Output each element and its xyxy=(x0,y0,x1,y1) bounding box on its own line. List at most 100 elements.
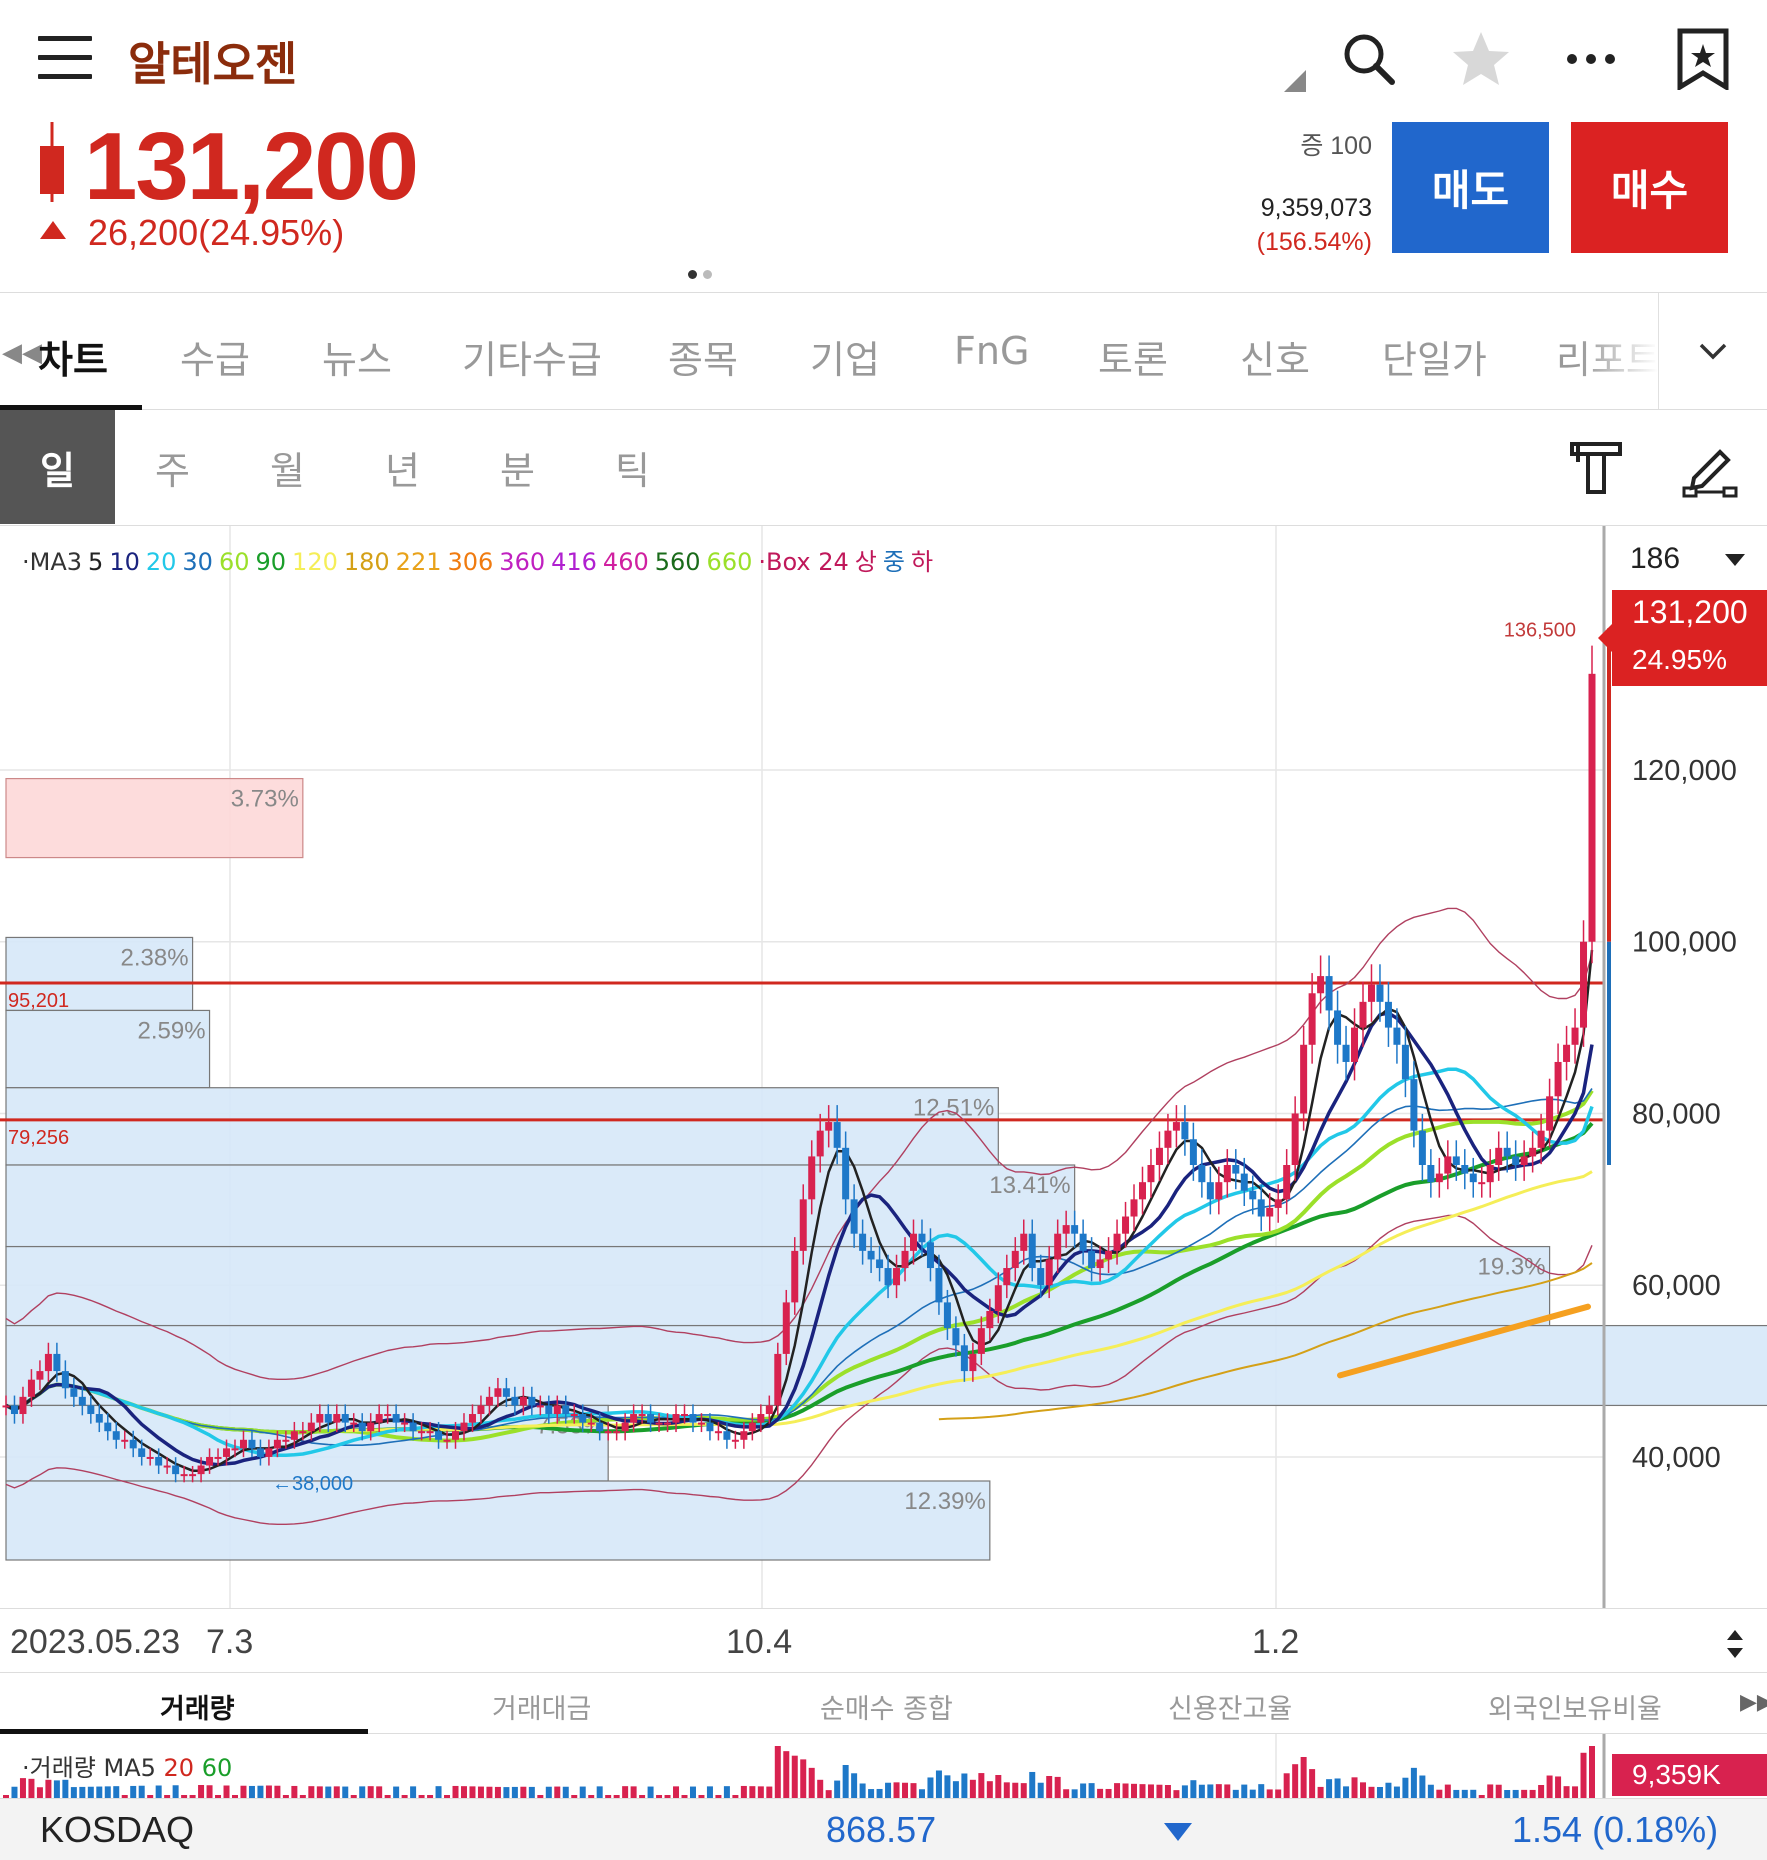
ma-legend-item[interactable]: ·Box 24 xyxy=(758,548,848,576)
buy-button[interactable]: 매수 xyxy=(1571,122,1728,253)
date-label: 7.3 xyxy=(206,1623,254,1661)
volume-bar xyxy=(486,1786,493,1798)
candle-body xyxy=(256,1448,264,1457)
candle-body xyxy=(265,1448,273,1457)
ma-legend-item[interactable]: 306 xyxy=(447,548,493,576)
volume-bar xyxy=(1326,1779,1333,1798)
ma-legend-item[interactable]: 상 xyxy=(855,548,877,576)
volume-bar xyxy=(469,1786,476,1798)
period-day[interactable]: 일 xyxy=(0,410,115,524)
volume-bar xyxy=(842,1765,849,1798)
tab-expand-button[interactable] xyxy=(1658,293,1767,409)
y-tick-label: 80,000 xyxy=(1632,1098,1721,1130)
up-arrow-icon xyxy=(40,221,66,239)
menu-icon[interactable] xyxy=(38,36,92,80)
ma-legend-item[interactable]: 중 xyxy=(883,548,905,576)
candle-body xyxy=(1503,1147,1511,1157)
candle-body xyxy=(384,1414,392,1417)
ma-legend-item[interactable]: ·MA3 xyxy=(22,548,82,576)
tab-signal[interactable]: 신호 xyxy=(1240,329,1310,384)
tab-fng[interactable]: FnG xyxy=(954,329,1029,373)
ma-legend-item[interactable]: 10 xyxy=(109,548,140,576)
volume-bar xyxy=(104,1786,111,1798)
candle-count-select[interactable]: 186 xyxy=(1608,536,1767,582)
tab-news[interactable]: 뉴스 xyxy=(322,329,392,384)
ma-legend-item[interactable]: 416 xyxy=(551,548,597,576)
volume-bar xyxy=(1266,1789,1273,1798)
favorite-star-icon[interactable] xyxy=(1450,28,1512,90)
period-year[interactable]: 년 xyxy=(345,410,460,524)
volume-bar xyxy=(155,1785,162,1798)
ma-legend-item[interactable]: 660 xyxy=(707,548,753,576)
ma-legend-item[interactable]: 560 xyxy=(655,548,701,576)
candle-body xyxy=(528,1396,536,1406)
bookmark-icon[interactable] xyxy=(1672,28,1734,90)
search-icon[interactable] xyxy=(1338,28,1400,90)
ma-legend-item[interactable]: 460 xyxy=(603,548,649,576)
volume-chart[interactable]: ·거래량 MA5 20 60 9,359K xyxy=(0,1734,1767,1798)
sub-tab-net-buy[interactable]: 순매수 종합 xyxy=(820,1687,953,1726)
tab-discussion[interactable]: 토론 xyxy=(1098,329,1168,384)
candle-body xyxy=(1512,1156,1520,1165)
chevron-down-icon xyxy=(1699,343,1727,360)
volume-bar xyxy=(1334,1778,1341,1798)
sub-tab-credit-balance[interactable]: 신용잔고율 xyxy=(1168,1687,1292,1726)
period-month[interactable]: 월 xyxy=(230,410,345,524)
volume-bar xyxy=(1258,1784,1265,1798)
candle-body xyxy=(596,1422,604,1432)
tab-single-price[interactable]: 단일가 xyxy=(1382,329,1487,384)
period-minute[interactable]: 분 xyxy=(460,410,575,524)
sub-tab-scroll-right-icon[interactable]: ▶▶ xyxy=(1740,1689,1767,1715)
tab-stock[interactable]: 종목 xyxy=(668,329,738,384)
scroll-left-icon[interactable]: ◀◀ xyxy=(2,337,42,368)
tab-chart[interactable]: 차트 xyxy=(38,329,108,384)
sub-tab-volume[interactable]: 거래량 xyxy=(160,1687,235,1726)
drawing-tool-icon[interactable] xyxy=(1680,438,1740,498)
ma-legend-item[interactable]: 221 xyxy=(396,548,442,576)
ma-legend-item[interactable]: 360 xyxy=(499,548,545,576)
candle-body xyxy=(1062,1225,1070,1234)
price-chart[interactable]: 3.73%2.38%2.59%12.51%13.41%19.3%26.12%7.… xyxy=(0,526,1767,1608)
volume-legend[interactable]: ·거래량 MA5 20 60 xyxy=(22,1748,232,1783)
sub-tab-trade-amount[interactable]: 거래대금 xyxy=(492,1687,591,1726)
sell-button[interactable]: 매도 xyxy=(1392,122,1549,253)
more-icon[interactable] xyxy=(1560,28,1622,90)
tab-company[interactable]: 기업 xyxy=(810,329,880,384)
index-ticker[interactable]: KOSDAQ 868.57 1.54 (0.18%) xyxy=(0,1798,1767,1860)
volume-bar xyxy=(1114,1783,1121,1798)
expand-updown-icon[interactable] xyxy=(1726,1629,1744,1659)
ma-legend-item[interactable]: 180 xyxy=(344,548,390,576)
volume-bar xyxy=(1563,1786,1570,1798)
tab-bar: ◀◀ 차트 수급 뉴스 기타수급 종목 기업 FnG 토론 신호 단일가 리포트 xyxy=(0,292,1767,410)
ma-legend-item[interactable]: 30 xyxy=(182,548,213,576)
period-tick[interactable]: 틱 xyxy=(575,410,690,524)
ma-legend-item[interactable]: 하 xyxy=(911,548,933,576)
candle-body xyxy=(112,1431,120,1440)
volume-bar xyxy=(851,1773,858,1798)
ma-legend-item[interactable]: 20 xyxy=(146,548,177,576)
tab-supply[interactable]: 수급 xyxy=(180,329,250,384)
candle-body xyxy=(95,1414,103,1423)
ma-legend-item[interactable]: 5 xyxy=(88,548,103,576)
volume-bar xyxy=(1029,1771,1036,1798)
sub-tab-foreign-holding[interactable]: 외국인보유비율 xyxy=(1488,1687,1662,1726)
ma-legend-item[interactable]: 120 xyxy=(292,548,338,576)
tab-other-supply[interactable]: 기타수급 xyxy=(462,329,602,384)
period-week[interactable]: 주 xyxy=(115,410,230,524)
index-value: 868.57 xyxy=(826,1809,937,1850)
volume-bar xyxy=(825,1790,832,1798)
price-box-label: 13.41% xyxy=(989,1172,1070,1199)
indicator-settings-icon[interactable] xyxy=(1566,438,1626,498)
candle-body xyxy=(969,1353,977,1372)
chart-canvas[interactable]: 3.73%2.38%2.59%12.51%13.41%19.3%26.12%7.… xyxy=(0,526,1767,1608)
volume-legend-item[interactable]: 20 xyxy=(164,1754,202,1782)
ma-legend-item[interactable]: 90 xyxy=(256,548,287,576)
volume-bar xyxy=(87,1786,94,1798)
volume-legend-item[interactable]: ·거래량 MA5 xyxy=(22,1754,164,1782)
ma-legend-item[interactable]: 60 xyxy=(219,548,250,576)
moving-average-legend[interactable]: ·MA3 5 10 20 30 60 90 120 180 221 306 360 416 460 560 6… xyxy=(22,542,939,577)
candle-body xyxy=(833,1122,841,1148)
volume-bar xyxy=(1444,1784,1451,1798)
volume-bar xyxy=(1376,1787,1383,1798)
volume-legend-item[interactable]: 60 xyxy=(202,1754,233,1782)
